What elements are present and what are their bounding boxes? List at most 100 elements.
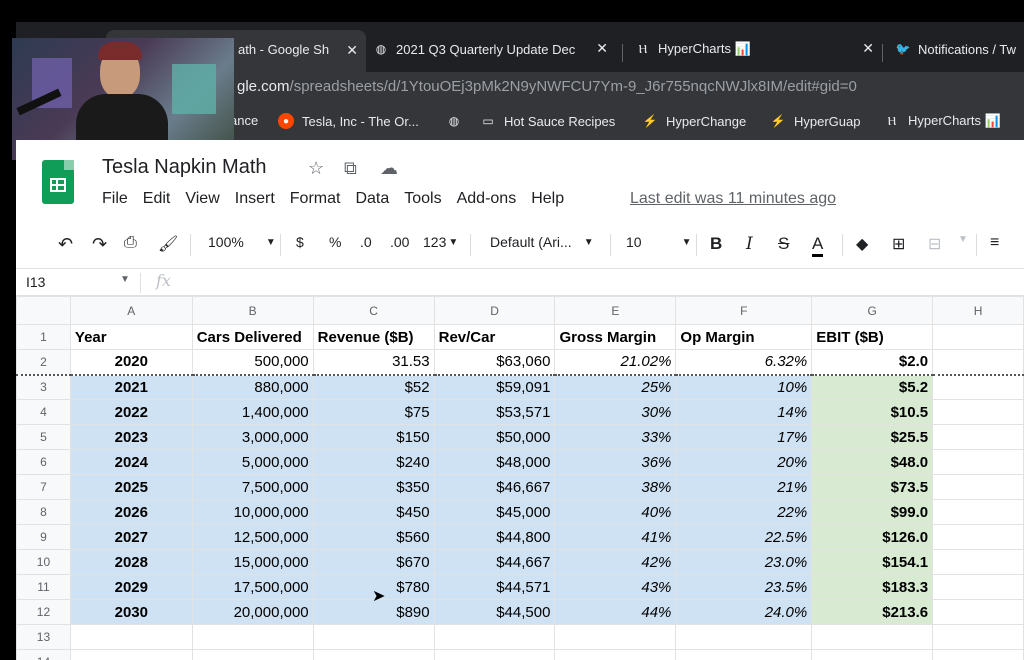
table-cell[interactable] <box>932 549 1024 575</box>
empty-cell[interactable] <box>433 649 556 660</box>
table-cell[interactable]: 21.02% <box>554 349 677 376</box>
table-cell[interactable]: 24.0% <box>675 599 813 625</box>
table-cell[interactable]: 10,000,000 <box>191 499 314 525</box>
bookmark-hypercharts[interactable]: Ⲏ HyperCharts 📊 <box>884 113 1001 129</box>
row-header[interactable]: 5 <box>16 424 71 450</box>
empty-cell[interactable] <box>433 624 556 650</box>
empty-cell[interactable] <box>675 649 813 660</box>
table-cell[interactable]: $99.0 <box>811 499 934 525</box>
row-header[interactable]: 8 <box>16 499 71 525</box>
last-edit-link[interactable]: Last edit was 11 minutes ago <box>630 190 836 208</box>
row-header[interactable]: 3 <box>16 374 71 400</box>
menu-help[interactable]: Help <box>531 190 564 208</box>
table-cell[interactable]: 38% <box>554 474 677 500</box>
table-cell[interactable]: 33% <box>554 424 677 450</box>
table-cell[interactable]: 2029 <box>69 574 193 600</box>
table-cell[interactable]: 2022 <box>69 399 193 425</box>
column-header[interactable]: F <box>675 296 813 325</box>
header-cell[interactable]: Year <box>69 324 193 350</box>
menu-format[interactable]: Format <box>290 190 341 208</box>
table-cell[interactable] <box>932 499 1024 525</box>
table-cell[interactable]: $450 <box>312 499 435 525</box>
table-cell[interactable]: $213.6 <box>811 599 934 625</box>
table-cell[interactable]: $5.2 <box>811 374 934 400</box>
table-cell[interactable]: 20,000,000 <box>191 599 314 625</box>
table-cell[interactable]: 20% <box>675 449 813 475</box>
undo-icon[interactable]: ↶ <box>58 234 73 255</box>
table-cell[interactable]: 2021 <box>69 374 193 400</box>
row-header[interactable]: 7 <box>16 474 71 500</box>
table-cell[interactable]: $183.3 <box>811 574 934 600</box>
table-cell[interactable]: $44,571 <box>433 574 556 600</box>
table-cell[interactable]: 31.53 <box>312 349 435 376</box>
table-cell[interactable]: $44,800 <box>433 524 556 550</box>
font-select[interactable]: Default (Ari... ▼ <box>490 234 594 250</box>
table-cell[interactable]: $48.0 <box>811 449 934 475</box>
empty-cell[interactable] <box>69 624 193 650</box>
tab-hypercharts[interactable]: Ⲏ HyperCharts 📊 ✕ <box>636 34 874 64</box>
table-cell[interactable]: 3,000,000 <box>191 424 314 450</box>
table-cell[interactable]: $240 <box>312 449 435 475</box>
table-cell[interactable]: $350 <box>312 474 435 500</box>
chevron-down-icon[interactable]: ▼ <box>958 234 968 245</box>
table-cell[interactable]: $150 <box>312 424 435 450</box>
increase-decimal-button[interactable]: .00 <box>390 234 409 250</box>
row-header[interactable]: 13 <box>16 624 71 650</box>
table-cell[interactable]: 2028 <box>69 549 193 575</box>
table-cell[interactable]: 6.32% <box>675 349 813 376</box>
table-cell[interactable]: $59,091 <box>433 374 556 400</box>
star-icon[interactable]: ☆ <box>308 158 324 179</box>
table-cell[interactable]: 40% <box>554 499 677 525</box>
table-cell[interactable] <box>932 449 1024 475</box>
header-cell[interactable]: Rev/Car <box>433 324 556 350</box>
empty-cell[interactable] <box>312 649 435 660</box>
table-cell[interactable]: 12,500,000 <box>191 524 314 550</box>
table-cell[interactable] <box>932 399 1024 425</box>
table-cell[interactable]: $75 <box>312 399 435 425</box>
column-header[interactable]: G <box>811 296 934 325</box>
table-cell[interactable]: $126.0 <box>811 524 934 550</box>
close-icon[interactable]: ✕ <box>596 40 608 57</box>
table-cell[interactable]: $52 <box>312 374 435 400</box>
table-cell[interactable]: 15,000,000 <box>191 549 314 575</box>
close-icon[interactable]: ✕ <box>346 42 358 59</box>
empty-cell[interactable] <box>312 624 435 650</box>
header-cell[interactable]: Cars Delivered <box>191 324 314 350</box>
table-cell[interactable] <box>932 349 1024 376</box>
merge-cells-icon[interactable]: ⊟ <box>928 234 941 254</box>
table-cell[interactable]: 2020 <box>69 349 193 376</box>
row-header[interactable]: 6 <box>16 449 71 475</box>
row-header[interactable]: 12 <box>16 599 71 625</box>
header-cell[interactable]: Op Margin <box>675 324 813 350</box>
table-cell[interactable] <box>932 524 1024 550</box>
table-cell[interactable]: 44% <box>554 599 677 625</box>
bookmark-hyperguap[interactable]: ⚡ HyperGuap <box>770 113 861 129</box>
bookmark-reddit[interactable]: ● Tesla, Inc - The Or... <box>278 113 419 129</box>
italic-button[interactable]: I <box>746 234 753 254</box>
column-header[interactable]: E <box>554 296 677 325</box>
table-cell[interactable]: $63,060 <box>433 349 556 376</box>
table-cell[interactable]: 14% <box>675 399 813 425</box>
empty-cell[interactable] <box>554 649 677 660</box>
row-header[interactable]: 4 <box>16 399 71 425</box>
header-cell[interactable] <box>932 324 1024 350</box>
column-header[interactable]: C <box>312 296 435 325</box>
table-cell[interactable]: 23.5% <box>675 574 813 600</box>
table-cell[interactable]: $46,667 <box>433 474 556 500</box>
table-cell[interactable]: 2023 <box>69 424 193 450</box>
menu-file[interactable]: File <box>102 190 128 208</box>
table-cell[interactable]: $25.5 <box>811 424 934 450</box>
bookmark-item[interactable]: ance <box>230 113 258 128</box>
sheets-logo[interactable] <box>42 160 74 204</box>
table-cell[interactable]: $73.5 <box>811 474 934 500</box>
cloud-status-icon[interactable]: ☁ <box>380 158 398 179</box>
empty-cell[interactable] <box>69 649 193 660</box>
column-header[interactable]: B <box>191 296 314 325</box>
table-cell[interactable]: 22% <box>675 499 813 525</box>
paint-format-icon[interactable]: 🖌 <box>158 234 178 254</box>
table-cell[interactable] <box>932 599 1024 625</box>
table-cell[interactable]: 21% <box>675 474 813 500</box>
bookmark-globe[interactable]: ◍ <box>446 113 470 129</box>
bookmark-hot-sauce[interactable]: ▭ Hot Sauce Recipes <box>480 113 615 129</box>
borders-icon[interactable]: ⊞ <box>892 234 905 254</box>
